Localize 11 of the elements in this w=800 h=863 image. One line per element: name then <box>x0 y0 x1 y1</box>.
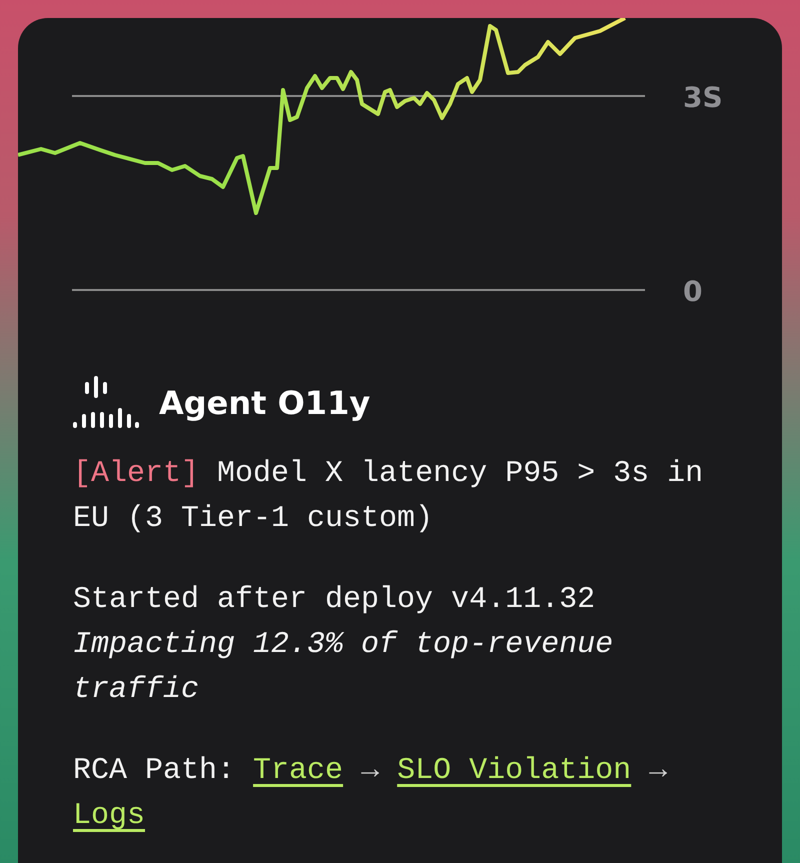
impact-note: Impacting 12.3% of top-revenue traffic <box>73 627 614 709</box>
rca-link[interactable]: Trace <box>253 754 344 788</box>
axis-label: 0 <box>683 275 702 308</box>
sound-bars-logo-icon <box>73 376 139 430</box>
deploy-note: Started after deploy v4.11.32 <box>73 582 596 619</box>
app-name: Agent O11y <box>159 384 370 422</box>
rca-link[interactable]: SLO Violation <box>397 754 632 788</box>
rca-path: RCA Path: Trace → SLO Violation → Logs <box>73 753 668 835</box>
rca-link[interactable]: Logs <box>73 799 146 833</box>
axis-label: 3S <box>683 81 723 114</box>
alert-message: [Alert] Model X latency P95 > 3s in EU (3 Tier-1 custom) <box>73 456 704 538</box>
